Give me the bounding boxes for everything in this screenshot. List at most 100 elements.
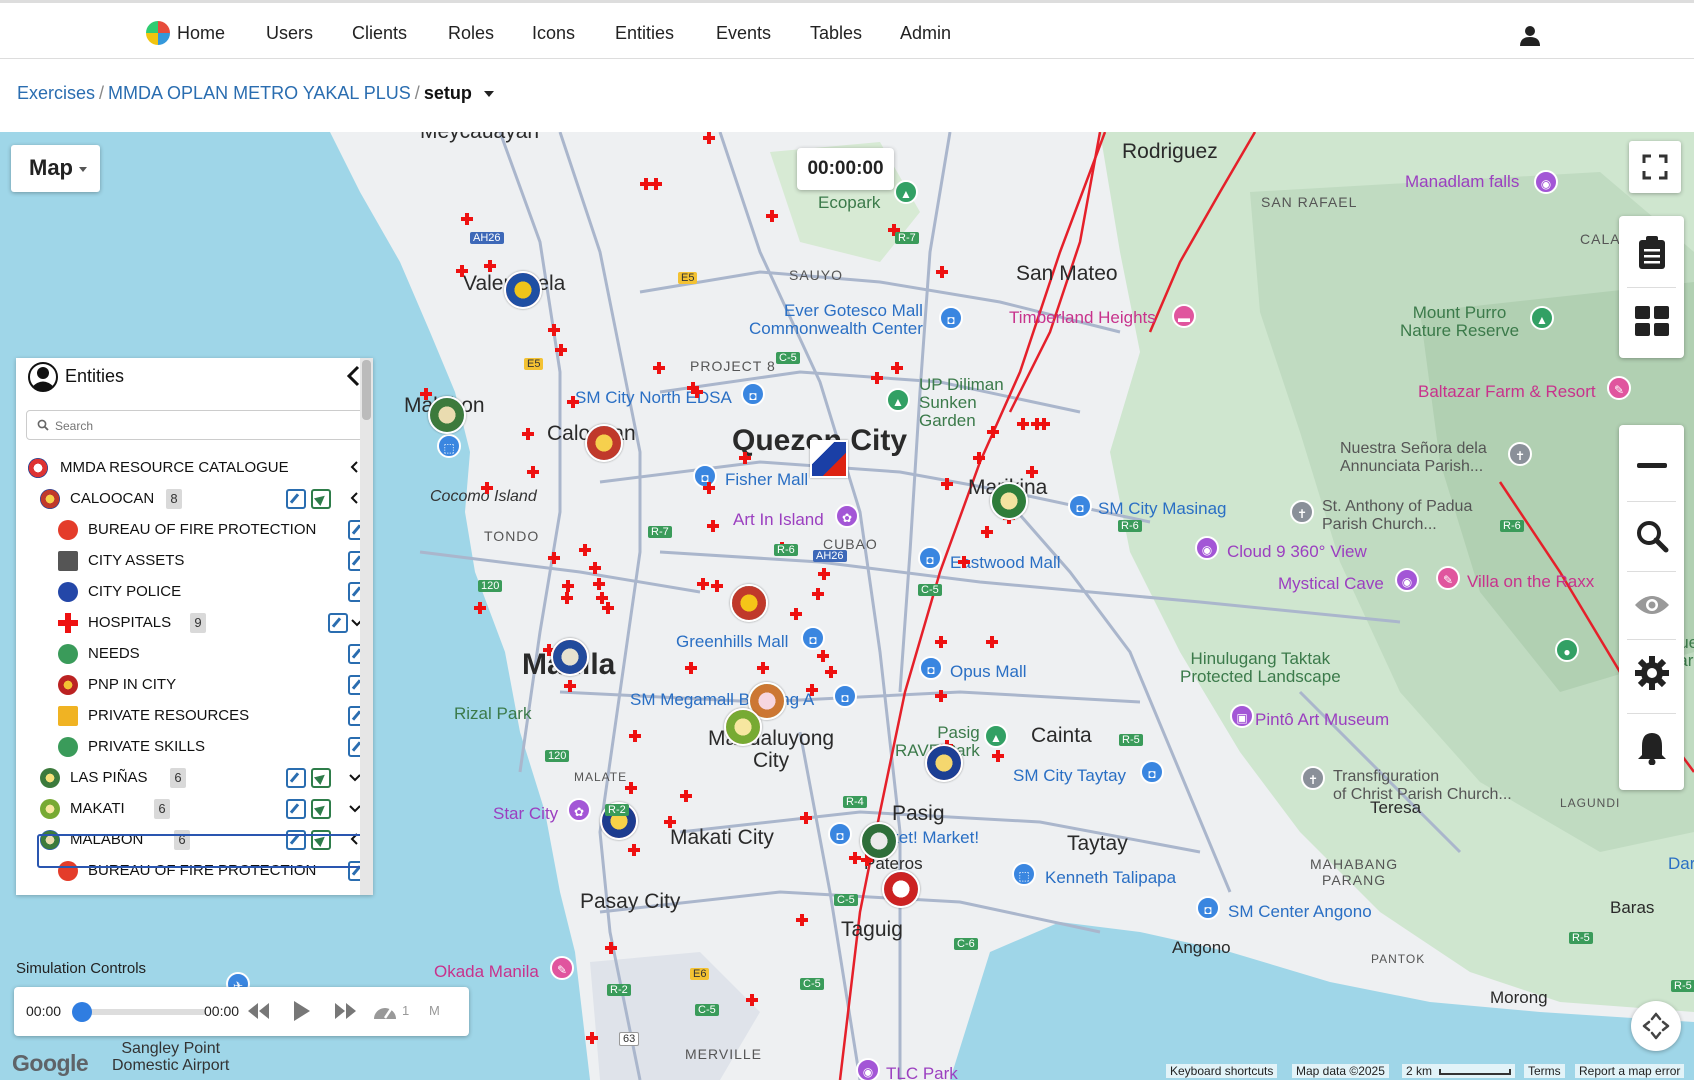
attraction-pin-icon[interactable]: ✿	[835, 504, 859, 528]
sim-mode-toggle[interactable]: M	[429, 1003, 440, 1018]
hospital-marker-icon[interactable]	[579, 544, 591, 556]
map-type-dropdown[interactable]: Map	[11, 145, 100, 192]
hospital-marker-icon[interactable]	[1017, 418, 1029, 430]
malabon-seal-icon[interactable]	[428, 396, 466, 434]
hospital-marker-icon[interactable]	[849, 852, 861, 864]
attraction-pin-icon[interactable]: ▣	[1230, 704, 1254, 728]
hospital-marker-icon[interactable]	[935, 636, 947, 648]
hospital-marker-icon[interactable]	[548, 552, 560, 564]
tree-row-makati[interactable]: MAKATI 6	[40, 795, 363, 823]
hospital-marker-icon[interactable]	[935, 690, 947, 702]
edit-button[interactable]	[286, 768, 306, 788]
user-account-icon[interactable]	[1519, 25, 1541, 47]
hospital-marker-icon[interactable]	[555, 344, 567, 356]
tree-row-hospitals[interactable]: HOSPITALS 9	[58, 609, 363, 637]
breadcrumb-exercises[interactable]: Exercises	[17, 83, 95, 103]
breadcrumb-dropdown-icon[interactable]	[483, 91, 494, 98]
hospital-marker-icon[interactable]	[561, 592, 573, 604]
notifications-button[interactable]	[1619, 715, 1684, 781]
makati-seal-icon[interactable]	[724, 708, 762, 746]
hospital-marker-icon[interactable]	[680, 790, 692, 802]
breadcrumb-exercise[interactable]: MMDA OPLAN METRO YAKAL PLUS	[108, 83, 411, 103]
tree-row-private-resources[interactable]: PRIVATE RESOURCES	[58, 702, 368, 730]
tree-row-needs[interactable]: NEEDS	[58, 640, 368, 668]
nav-icons[interactable]: Icons	[532, 23, 575, 44]
hospital-marker-icon[interactable]	[697, 578, 709, 590]
marikina-seal-icon[interactable]	[990, 482, 1028, 520]
chevron-left-icon[interactable]	[350, 491, 360, 505]
mall-pin-icon[interactable]: ◘	[828, 822, 852, 846]
hospital-marker-icon[interactable]	[628, 844, 640, 856]
hospital-marker-icon[interactable]	[817, 650, 829, 662]
hospital-marker-icon[interactable]	[602, 602, 614, 614]
report-map-error-link[interactable]: Report a map error	[1575, 1064, 1685, 1078]
hospital-marker-icon[interactable]	[766, 210, 778, 222]
tree-row-city-assets[interactable]: CITY ASSETS	[58, 547, 368, 575]
hospital-marker-icon[interactable]	[818, 568, 830, 580]
attraction-pin-icon[interactable]: ✿	[567, 798, 591, 822]
nav-entities[interactable]: Entities	[615, 23, 674, 44]
nav-users[interactable]: Users	[266, 23, 313, 44]
hospital-marker-icon[interactable]	[958, 556, 970, 568]
manila-seal-icon[interactable]	[551, 638, 589, 676]
tree-row-pnp[interactable]: PNP IN CITY	[58, 671, 368, 699]
park-pin-icon[interactable]: ▲	[984, 724, 1008, 748]
valenzuela-seal-icon[interactable]	[504, 271, 542, 309]
church-pin-icon[interactable]: ✝	[1508, 442, 1532, 466]
nav-tables[interactable]: Tables	[810, 23, 862, 44]
sim-progress-handle[interactable]	[72, 1002, 92, 1022]
hospital-marker-icon[interactable]	[891, 362, 903, 374]
hospital-marker-icon[interactable]	[1026, 466, 1038, 478]
hospital-marker-icon[interactable]	[812, 588, 824, 600]
tree-row-city-police[interactable]: CITY POLICE	[58, 578, 368, 606]
hospital-marker-icon[interactable]	[461, 213, 473, 225]
mall-pin-icon[interactable]: ⬚	[1012, 862, 1036, 886]
resort-pin-icon[interactable]: ✎	[1607, 376, 1631, 400]
park-pin-icon[interactable]: ▲	[1530, 306, 1554, 330]
hospital-marker-icon[interactable]	[664, 816, 676, 828]
attraction-pin-icon[interactable]: ◉	[1534, 170, 1558, 194]
hospital-marker-icon[interactable]	[986, 636, 998, 648]
tree-row-caloocan[interactable]: CALOOCAN 8	[40, 485, 363, 513]
hospital-marker-icon[interactable]	[562, 580, 574, 592]
keyboard-shortcuts-link[interactable]: Keyboard shortcuts	[1166, 1064, 1278, 1078]
chevron-left-icon[interactable]	[350, 460, 360, 474]
hospital-marker-icon[interactable]	[481, 482, 493, 494]
nav-clients[interactable]: Clients	[352, 23, 407, 44]
hospital-marker-icon[interactable]	[586, 1032, 598, 1044]
sim-progress-slider[interactable]	[80, 1009, 206, 1015]
hospital-marker-icon[interactable]	[589, 562, 601, 574]
hospital-marker-icon[interactable]	[1038, 418, 1050, 430]
send-button[interactable]	[311, 768, 331, 788]
tree-row-mmda-catalogue[interactable]: MMDA RESOURCE CATALOGUE	[28, 454, 363, 482]
hospital-marker-icon[interactable]	[605, 942, 617, 954]
search-button[interactable]	[1619, 503, 1684, 569]
resort-pin-icon[interactable]: ▬	[1172, 304, 1196, 328]
home-logo-icon[interactable]	[146, 21, 170, 45]
mall-pin-icon[interactable]: ◘	[919, 656, 943, 680]
hospital-marker-icon[interactable]	[757, 662, 769, 674]
mall-pin-icon[interactable]: ◘	[1196, 896, 1220, 920]
hospital-marker-icon[interactable]	[484, 260, 496, 272]
nav-events[interactable]: Events	[716, 23, 771, 44]
hospital-marker-icon[interactable]	[685, 662, 697, 674]
send-button[interactable]	[311, 799, 331, 819]
attraction-pin-icon[interactable]: ◉	[1195, 536, 1219, 560]
hospital-marker-icon[interactable]	[691, 386, 703, 398]
hospital-marker-icon[interactable]	[593, 578, 605, 590]
entities-scrollbar[interactable]	[360, 358, 373, 895]
mall-pin-icon[interactable]: ◘	[918, 546, 942, 570]
nav-home[interactable]: Home	[177, 23, 225, 44]
hospital-marker-icon[interactable]	[474, 602, 486, 614]
settings-button[interactable]	[1619, 640, 1684, 706]
resort-pin-icon[interactable]: ✎	[1436, 566, 1460, 590]
park-pin-icon[interactable]: ▲	[894, 180, 918, 204]
resort-pin-icon[interactable]: ✎	[550, 956, 574, 980]
zoom-out-button[interactable]	[1619, 433, 1684, 499]
mall-pin-icon[interactable]: ◘	[741, 382, 765, 406]
mall-pin-icon[interactable]: ◘	[833, 684, 857, 708]
edit-button[interactable]	[286, 489, 306, 509]
hospital-marker-icon[interactable]	[456, 265, 468, 277]
hospital-marker-icon[interactable]	[650, 178, 662, 190]
hospital-marker-icon[interactable]	[703, 482, 715, 494]
